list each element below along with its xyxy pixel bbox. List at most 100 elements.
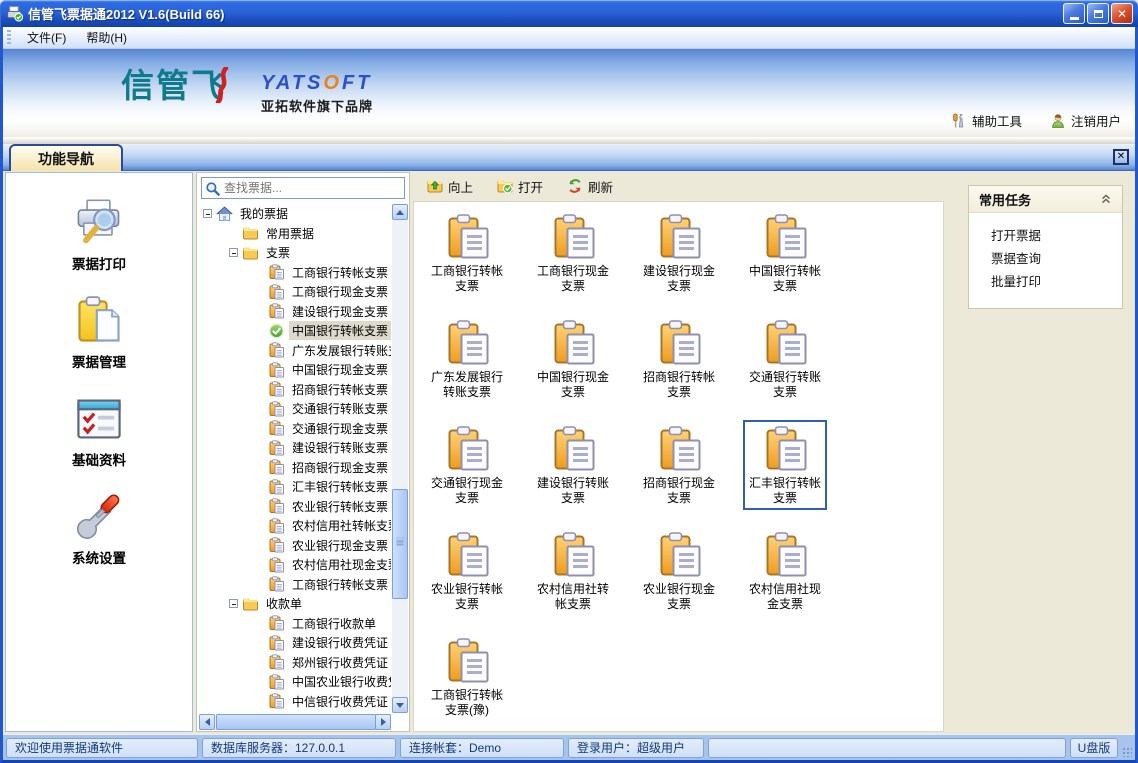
scroll-left-button[interactable] <box>199 714 215 730</box>
template-grid-item[interactable]: 农村信用社转 帐支票 <box>520 526 626 632</box>
sidebar-item[interactable]: 系统设置 <box>72 491 126 567</box>
tree-item[interactable]: 交通银行转账支票 <box>199 399 391 419</box>
menu-item[interactable]: 帮助(H) <box>76 27 137 48</box>
tree-item-label: 郑州银行收费凭证 <box>289 653 391 672</box>
tree-item[interactable]: 广东发展银行转账支票 <box>199 341 391 361</box>
tab-function-navigation[interactable]: 功能导航 <box>9 144 123 171</box>
tree-item[interactable]: 招商银行转帐支票 <box>199 380 391 400</box>
task-link[interactable]: 票据查询 <box>991 248 1122 271</box>
tree-expander[interactable] <box>229 248 242 257</box>
tree-item[interactable]: 农业银行现金支票 <box>199 536 391 556</box>
template-grid-item[interactable]: 招商银行现金 支票 <box>626 420 732 526</box>
tab-label: 功能导航 <box>38 149 94 169</box>
task-link[interactable]: 批量打印 <box>991 271 1122 294</box>
cheque-template-icon <box>268 401 285 417</box>
cheque-template-icon <box>268 674 285 690</box>
tree-item[interactable]: 农村信用社转帐支票 <box>199 516 391 536</box>
tree-item[interactable]: 收款单 <box>199 594 391 614</box>
cheque-template-icon <box>268 440 285 456</box>
logo-text: 信管飞 <box>121 69 226 102</box>
tree-item[interactable]: 我的票据 <box>199 204 391 224</box>
common-tasks-header[interactable]: 常用任务 <box>969 186 1122 213</box>
tree-item[interactable]: 建设银行收费凭证 <box>199 633 391 653</box>
status-bar: 欢迎使用票据通软件数据库服务器：127.0.0.1连接帐套：Demo登录用户：超… <box>3 734 1135 760</box>
wrench-icon <box>73 491 125 543</box>
tree-item[interactable]: 汇丰银行转帐支票 <box>199 477 391 497</box>
scroll-down-button[interactable] <box>392 697 408 713</box>
menu-item[interactable]: 文件(F) <box>17 27 76 48</box>
tree-item[interactable]: 支票 <box>199 243 391 263</box>
sidebar-item[interactable]: 基础资料 <box>72 393 126 469</box>
refresh-button[interactable]: 刷新 <box>567 177 613 196</box>
template-grid-item[interactable]: 广东发展银行 转账支票 <box>414 314 520 420</box>
maximize-button[interactable] <box>1087 3 1109 24</box>
tree-item[interactable]: 建设银行转账支票 <box>199 438 391 458</box>
sidebar-item[interactable]: 票据管理 <box>72 295 126 371</box>
common-tasks-box: 常用任务 打开票据票据查询批量打印 <box>968 185 1123 309</box>
template-grid-item[interactable]: 农业银行转帐 支票 <box>414 526 520 632</box>
tree-item[interactable]: 交通银行现金支票 <box>199 419 391 439</box>
scroll-up-button[interactable] <box>392 204 408 220</box>
collapse-chevron-icon[interactable] <box>1100 193 1112 205</box>
tree-item[interactable]: 中国农业银行收费凭证 <box>199 672 391 692</box>
tree-item[interactable]: 工商银行转帐支票 <box>199 263 391 283</box>
template-grid-item[interactable]: 交通银行现金 支票 <box>414 420 520 526</box>
minimize-button[interactable] <box>1063 3 1085 24</box>
scroll-right-button[interactable] <box>375 714 391 730</box>
maximize-icon <box>1094 10 1103 18</box>
template-grid-item[interactable]: 农村信用社现 金支票 <box>732 526 838 632</box>
tree-vertical-scrollbar[interactable] <box>392 204 408 713</box>
tree-item[interactable]: 建设银行现金支票 <box>199 302 391 322</box>
tree-item[interactable]: 农村信用社现金支票 <box>199 555 391 575</box>
logout-button[interactable]: 注销用户 <box>1050 111 1121 130</box>
tree-item[interactable]: 工商银行转帐支票 (豫) <box>199 575 391 595</box>
close-button[interactable]: ✕ <box>1111 3 1133 24</box>
cheque-template-icon <box>549 426 597 474</box>
template-browser-panel: 向上 打开 刷新 工商银行转帐 支票 工商银行现金 支票 <box>413 171 952 732</box>
search-input[interactable] <box>202 178 404 198</box>
folder-icon <box>242 596 259 612</box>
tree-item[interactable]: 招商银行现金支票 <box>199 458 391 478</box>
brand-banner: 信管飞 YATSOFT 亚拓软件旗下品牌 辅助工具 注销用户 <box>3 49 1135 137</box>
close-icon: ✕ <box>1117 8 1127 20</box>
resize-grip[interactable] <box>1122 747 1132 757</box>
template-grid-item[interactable]: 工商银行现金 支票 <box>520 208 626 314</box>
task-link[interactable]: 打开票据 <box>991 225 1122 248</box>
tree-item[interactable]: 中国银行现金支票 <box>199 360 391 380</box>
template-grid-item[interactable]: 汇丰银行转帐 支票 <box>732 420 838 526</box>
tree-item[interactable]: 工商银行收款单 <box>199 614 391 634</box>
scroll-thumb[interactable] <box>392 489 408 599</box>
tree-item-label: 农村信用社现金支票 <box>289 555 391 574</box>
tree-expander[interactable] <box>229 599 242 608</box>
template-grid-item[interactable]: 中国银行转帐 支票 <box>732 208 838 314</box>
template-grid-item[interactable]: 工商银行转帐 支票 <box>414 208 520 314</box>
scroll-thumb[interactable] <box>216 714 376 730</box>
window-title: 信管飞票据通2012 V1.6(Build 66) <box>28 4 1063 23</box>
template-grid-item[interactable]: 交通银行转账 支票 <box>732 314 838 420</box>
template-grid-item[interactable]: 农业银行现金 支票 <box>626 526 732 632</box>
template-grid-item[interactable]: 工商银行转帐 支票(豫) <box>414 632 520 732</box>
cheque-template-icon <box>443 426 491 474</box>
aux-tools-button[interactable]: 辅助工具 <box>951 111 1022 130</box>
tree-expander[interactable] <box>203 209 216 218</box>
app-icon <box>6 5 23 22</box>
template-grid-item[interactable]: 建设银行现金 支票 <box>626 208 732 314</box>
tree-item[interactable]: 农业银行转帐支票 <box>199 497 391 517</box>
sidebar-item-label: 系统设置 <box>72 547 126 567</box>
sidebar-item[interactable]: 票据打印 <box>72 197 126 273</box>
tree-item[interactable]: 工商银行现金支票 <box>199 282 391 302</box>
tree-horizontal-scrollbar[interactable] <box>199 714 391 730</box>
template-grid-item[interactable]: 招商银行转帐 支票 <box>626 314 732 420</box>
tree-item[interactable]: 中信银行收费凭证 <box>199 692 391 712</box>
template-grid-item[interactable]: 中国银行现金 支票 <box>520 314 626 420</box>
tree-item[interactable]: 中国银行转帐支票 <box>199 321 391 341</box>
tree-item[interactable]: 常用票据 <box>199 224 391 244</box>
up-button[interactable]: 向上 <box>427 177 473 196</box>
template-grid-item[interactable]: 建设银行转账 支票 <box>520 420 626 526</box>
panel-close-button[interactable]: ✕ <box>1113 149 1129 165</box>
cheque-template-icon <box>268 459 285 475</box>
tab-strip: 功能导航 ✕ <box>3 144 1135 171</box>
tree-item-label: 中信银行收费凭证 <box>289 692 391 711</box>
open-button[interactable]: 打开 <box>497 177 543 196</box>
tree-item[interactable]: 郑州银行收费凭证 <box>199 653 391 673</box>
